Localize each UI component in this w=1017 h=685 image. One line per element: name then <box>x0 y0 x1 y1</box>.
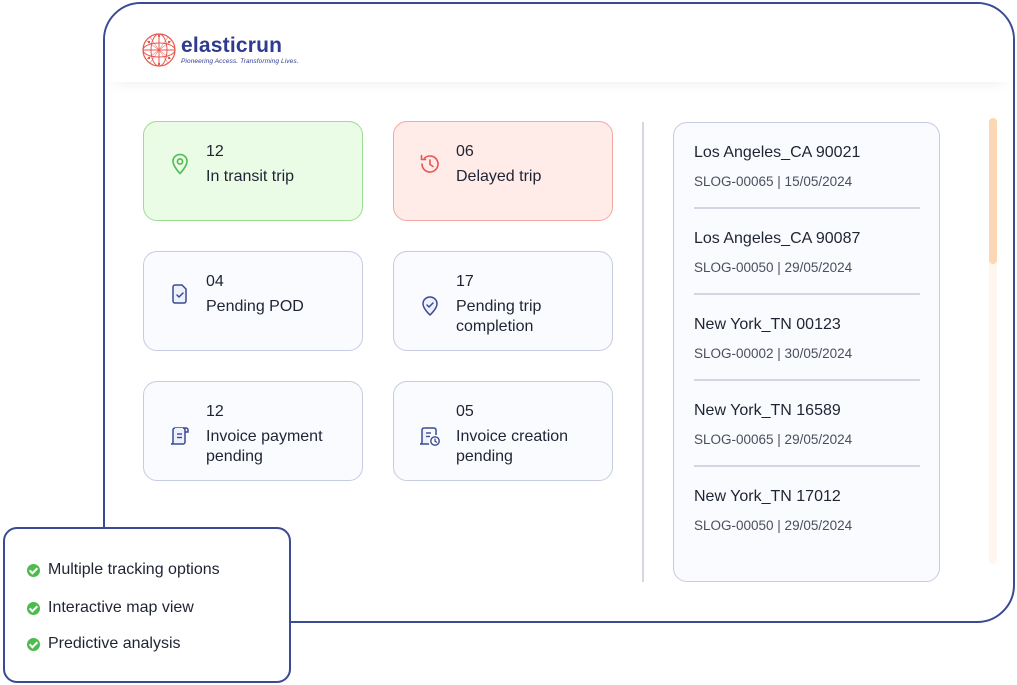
clock-refresh-icon <box>420 154 439 173</box>
tile-label: Invoice creation pending <box>456 428 569 465</box>
check-circle-icon <box>27 601 40 615</box>
check-circle-icon <box>27 563 40 577</box>
feature-text: Multiple tracking options <box>48 561 220 578</box>
trip-location: New York_TN 00123 <box>694 316 841 333</box>
trip-meta: SLOG-00065 | 29/05/2024 <box>694 432 853 447</box>
trip-location: New York_TN 16589 <box>694 402 841 419</box>
tile-label: Pending POD <box>206 298 304 315</box>
tile-pending-trip-completion[interactable]: 17 Pending trip completion <box>393 251 613 351</box>
tile-invoice-payment-pending[interactable]: 12 Invoice payment pending <box>143 381 363 481</box>
trip-location: Los Angeles_CA 90021 <box>694 144 861 161</box>
shield-check-icon <box>422 296 438 317</box>
tile-label: Delayed trip <box>456 168 542 185</box>
check-circle-icon <box>27 637 40 651</box>
trip-list-item[interactable]: Los Angeles_CA 90087 SLOG-00050 | 29/05/… <box>694 209 920 295</box>
feature-item: Multiple tracking options <box>27 561 220 579</box>
trip-meta: SLOG-00050 | 29/05/2024 <box>694 518 853 533</box>
brand-logo[interactable]: elasticrun Pioneering Access. Transformi… <box>141 32 299 68</box>
tile-label: Invoice payment pending <box>206 428 323 465</box>
trip-meta: SLOG-00065 | 15/05/2024 <box>694 174 853 189</box>
feature-text: Interactive map view <box>48 599 194 616</box>
trip-list-item[interactable]: Los Angeles_CA 90021 SLOG-00065 | 15/05/… <box>694 123 920 209</box>
tile-invoice-creation-pending[interactable]: 05 Invoice creation pending <box>393 381 613 481</box>
feature-text: Predictive analysis <box>48 635 181 652</box>
trip-location: New York_TN 17012 <box>694 488 841 505</box>
invoice-scroll-icon <box>170 427 189 445</box>
tile-count: 06 <box>456 143 474 160</box>
trip-list-item[interactable]: New York_TN 16589 SLOG-00065 | 29/05/202… <box>694 381 920 467</box>
globe-logo-icon <box>142 33 176 67</box>
brand-tagline: Pioneering Access. Transforming Lives. <box>181 58 299 65</box>
trip-list-item[interactable]: New York_TN 17012 SLOG-00050 | 29/05/202… <box>694 467 920 553</box>
tile-pending-pod[interactable]: 04 Pending POD <box>143 251 363 351</box>
trip-location: Los Angeles_CA 90087 <box>694 230 861 247</box>
tile-label: In transit trip <box>206 168 295 185</box>
brand-name: elasticrun <box>181 34 283 57</box>
trip-meta: SLOG-00002 | 30/05/2024 <box>694 346 853 361</box>
tile-in-transit[interactable]: 12 In transit trip <box>143 121 363 221</box>
document-check-icon <box>172 284 187 304</box>
tile-count: 12 <box>206 403 224 420</box>
features-card: Multiple tracking options Interactive ma… <box>3 527 291 683</box>
trip-meta: SLOG-00050 | 29/05/2024 <box>694 260 853 275</box>
tile-delayed[interactable]: 06 Delayed trip <box>393 121 613 221</box>
feature-item: Interactive map view <box>27 599 194 617</box>
header: elasticrun Pioneering Access. Transformi… <box>105 4 1013 82</box>
trip-list-item[interactable]: New York_TN 00123 SLOG-00002 | 30/05/202… <box>694 295 920 381</box>
scrollbar-thumb[interactable] <box>989 118 997 264</box>
tile-label: Pending trip completion <box>456 298 542 335</box>
tile-count: 17 <box>456 273 474 290</box>
tile-count: 05 <box>456 403 474 420</box>
feature-item: Predictive analysis <box>27 635 181 653</box>
tile-count: 12 <box>206 143 224 160</box>
column-divider <box>642 122 644 582</box>
invoice-clock-icon <box>419 427 440 446</box>
location-pin-icon <box>172 153 188 175</box>
tile-count: 04 <box>206 273 224 290</box>
trip-list[interactable]: Los Angeles_CA 90021 SLOG-00065 | 15/05/… <box>673 122 940 582</box>
